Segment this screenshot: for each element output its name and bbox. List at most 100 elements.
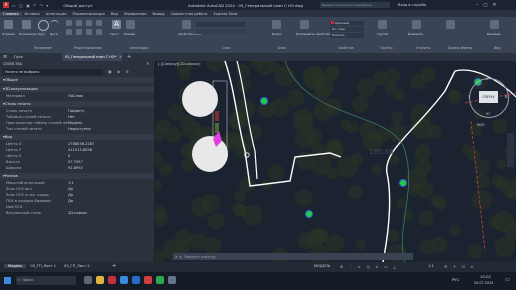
ribbon-tab[interactable]: Вставка — [22, 12, 43, 16]
window-controls[interactable]: –▢✕ — [476, 3, 501, 8]
layer-tools[interactable] — [196, 29, 246, 34]
drawing-viewport[interactable]: 165.66 [-][Сверху][2D-каркас] СВЕРХУ С Ю… — [155, 61, 516, 262]
chrome-icon[interactable] — [156, 276, 164, 284]
circle-tool-icon[interactable] — [38, 20, 49, 31]
ribbon-tab[interactable]: Главная — [0, 11, 22, 16]
explorer-icon[interactable] — [96, 276, 104, 284]
share-button[interactable]: Общий доступ — [63, 3, 92, 8]
panel-title-utilities[interactable]: Утилиты — [416, 46, 430, 50]
green-marker-1[interactable] — [260, 97, 268, 105]
ribbon-tab[interactable]: Вид — [108, 12, 121, 16]
green-marker-3[interactable] — [399, 179, 407, 187]
selection-dropdown[interactable]: Ничего не выбрано — [3, 69, 103, 75]
panel-title-block[interactable]: Блок — [278, 46, 286, 50]
property-section-header[interactable]: ▾ Разное — [0, 173, 154, 179]
layout-tab[interactable]: 05_ГП_Лист 2 — [60, 264, 94, 268]
drawing-tab-active[interactable]: 05_Генеральный план С НО* ✕ — [62, 53, 122, 61]
linetype-dropdown[interactable]: ПоСлою — [330, 33, 364, 38]
property-value[interactable]: 411513.8098 — [68, 148, 92, 152]
command-input[interactable]: Введите команду — [185, 255, 216, 259]
property-row[interactable]: Тип стилей печати Недоступна — [0, 126, 154, 132]
status-tool-icons[interactable]: ⊞ ⋮ ⊾ ◎ ∠ ▭ ⟂ — [340, 264, 398, 269]
property-value[interactable]: 57.7557 — [68, 160, 83, 164]
property-value[interactable]: Нет — [68, 115, 75, 119]
media-icon[interactable] — [144, 276, 152, 284]
property-section-header[interactable]: ▾ 3D-визуализация — [0, 86, 154, 92]
compass-east[interactable]: В — [505, 95, 507, 99]
notification-icon[interactable]: ▭ — [505, 277, 510, 283]
measure-icon[interactable] — [412, 20, 421, 29]
ribbon-tab[interactable]: Параметризация — [70, 12, 108, 16]
panel-title-layers[interactable]: Слои — [222, 46, 230, 50]
property-value[interactable]: Да — [68, 199, 73, 203]
clipboard-icon[interactable] — [446, 20, 455, 29]
panel-title-groups[interactable]: Группы — [380, 46, 393, 50]
arc-tool-icon[interactable] — [50, 20, 59, 30]
wcs-dropdown[interactable]: МСК — [477, 123, 485, 127]
move-tool-icon[interactable] — [66, 20, 72, 26]
command-line[interactable]: ✕ ▸ Введите команду — [173, 253, 413, 260]
panel-title-annotation[interactable]: Аннотации — [130, 46, 148, 50]
search-input[interactable]: Введите ключевое слово/фразу — [320, 2, 390, 8]
group-icon[interactable] — [378, 20, 387, 29]
insert-block-icon[interactable] — [272, 20, 281, 29]
close-tab-icon[interactable]: ✕ — [119, 55, 122, 59]
clock-time[interactable]: 10:02 — [480, 274, 491, 279]
property-value[interactable]: Недоступна — [68, 127, 91, 131]
color-dropdown[interactable]: Красный — [330, 21, 364, 26]
close-palette-icon[interactable]: ✕ — [146, 61, 149, 66]
app-logo[interactable]: A — [3, 2, 9, 8]
property-section-header[interactable]: ▾ Вид — [0, 134, 154, 140]
browser-icon[interactable] — [120, 276, 128, 284]
property-value[interactable]: Да — [68, 193, 73, 197]
model-space-toggle[interactable]: МОДЕЛЬ — [314, 264, 330, 268]
viewcube-face[interactable]: СВЕРХУ — [479, 91, 498, 103]
tray-icon[interactable] — [168, 276, 176, 284]
panel-title-view[interactable]: Вид — [494, 46, 500, 50]
ribbon-tab[interactable]: Express Tools — [210, 12, 240, 16]
property-row[interactable]: Визуальный стиль 2D-каркас — [0, 210, 154, 216]
property-value[interactable]: 92.8992 — [68, 166, 83, 170]
text-tool-icon[interactable]: A — [112, 20, 121, 29]
fillet-tool-icon[interactable] — [86, 29, 92, 35]
panel-title-modify[interactable]: Редактирование — [74, 46, 102, 50]
taskbar-search[interactable]: Поиск — [16, 276, 76, 285]
property-section-header[interactable]: ▾ Общие — [0, 77, 154, 83]
lang-indicator[interactable]: РУС — [452, 277, 459, 282]
property-value[interactable]: ПоЦвету — [68, 109, 84, 113]
base-view-icon[interactable] — [490, 20, 499, 29]
qat-icons[interactable]: ▭ ◫ ▣ ↶ ↷ ▾ — [12, 3, 49, 8]
trim-tool-icon[interactable] — [86, 20, 92, 26]
clock-date[interactable]: 20.07.2024 — [474, 281, 493, 285]
mail-icon[interactable] — [132, 276, 140, 284]
scale-tool-icon[interactable] — [96, 29, 102, 35]
rotate-tool-icon[interactable] — [76, 20, 82, 26]
mirror-tool-icon[interactable] — [76, 29, 82, 35]
property-value[interactable]: Модель — [68, 121, 82, 125]
property-value[interactable]: 0 — [68, 154, 70, 158]
property-value[interactable]: 2D-каркас — [68, 211, 87, 215]
property-row[interactable]: Материал ПоСлою — [0, 93, 154, 99]
panel-title-draw[interactable]: Рисование — [34, 46, 52, 50]
annotation-scale[interactable]: 1:1 — [428, 264, 434, 268]
layout-tab[interactable]: Модель — [4, 264, 27, 268]
layer-dropdown[interactable] — [196, 22, 246, 27]
start-tab[interactable]: Пуск — [14, 55, 23, 59]
layout-tab[interactable]: 05_ГП_Лист 1 — [26, 264, 60, 268]
menu-icon[interactable]: ≡ — [3, 54, 7, 60]
panel-title-properties[interactable]: Свойства — [338, 46, 354, 50]
line-tool-icon[interactable] — [4, 20, 13, 29]
copy-tool-icon[interactable] — [66, 29, 72, 35]
polyline-tool-icon[interactable] — [22, 20, 31, 29]
signin-button[interactable]: Вход в службы — [398, 3, 426, 7]
copy-properties-icon[interactable] — [300, 20, 309, 29]
property-row[interactable]: Ширина 92.8992 — [0, 165, 154, 171]
dimension-tool-icon[interactable] — [126, 20, 135, 29]
lineweight-dropdown[interactable]: По слою — [330, 27, 364, 32]
panel-title-clipboard[interactable]: Буфер обмена — [448, 46, 472, 50]
property-value[interactable]: Да — [68, 187, 73, 191]
quick-select-icons[interactable]: ▣ ◈ ⊕ — [108, 69, 131, 74]
command-close-icon[interactable]: ✕ — [175, 255, 178, 259]
navigation-bar[interactable] — [507, 133, 514, 167]
compass-south[interactable]: Ю — [486, 112, 490, 116]
